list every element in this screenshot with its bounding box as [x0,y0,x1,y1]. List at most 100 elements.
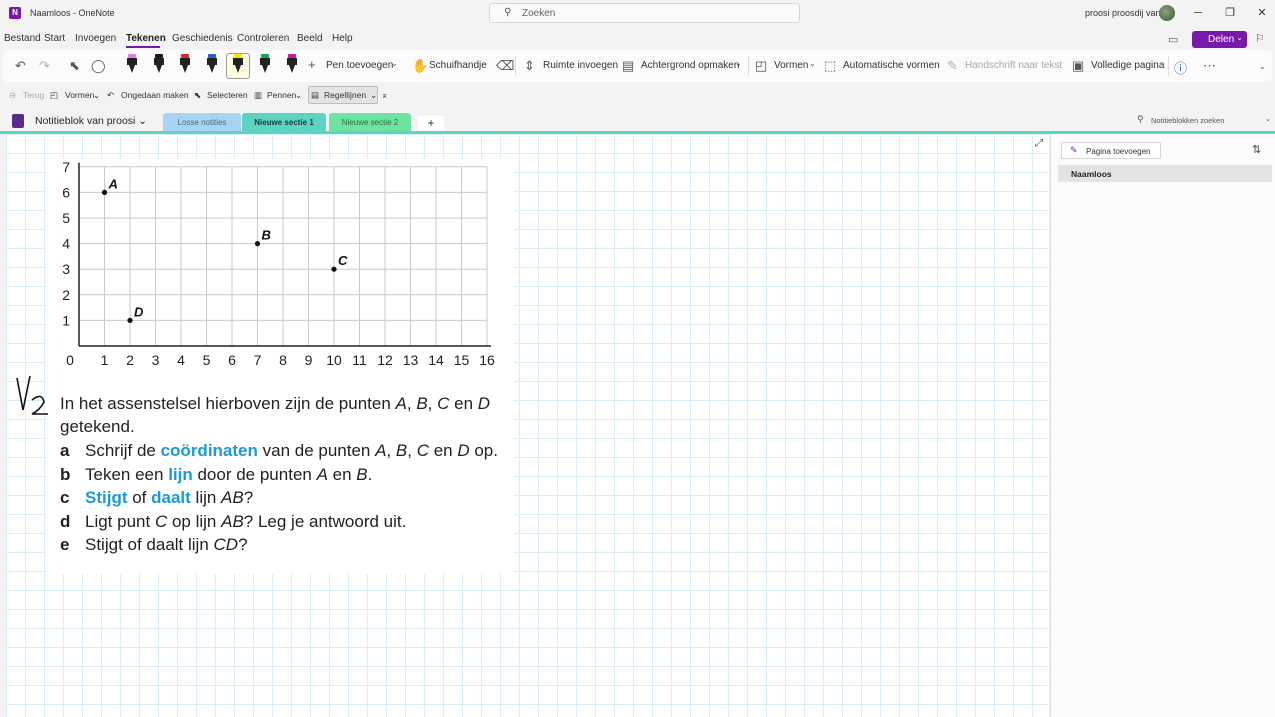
point-c-label: C [437,394,450,413]
add-section-button[interactable]: + [418,116,444,132]
customize-toolbar-icon[interactable]: ⌅ [381,90,388,101]
notebook-selector[interactable]: Notitieblok van proosi ⌄ [35,115,147,127]
y-tick-label: 7 [62,159,70,175]
hand-icon[interactable]: ✋ [412,58,428,74]
search-input[interactable]: ⚲ Zoeken [489,3,800,23]
draw-ribbon: ↶ ↷ ⬉ ◯ + Pen toevoegen ⌄ ✋ Schuifhandje… [3,50,1272,82]
lasso-icon[interactable]: ◯ [91,58,106,74]
undo-icon[interactable]: ↶ [15,58,26,74]
pen-2-button[interactable] [153,54,165,74]
question-c-text: Stijgt of daalt lijn AB? [85,488,253,508]
shapes-button[interactable]: Vormen [774,60,808,71]
notebook-search[interactable]: ⚲ Notitieblokken zoeken ⌄ [1130,112,1275,128]
back-arrow-icon[interactable]: ⊖ [9,90,16,101]
feedback-icon[interactable]: ⚐ [1255,32,1265,45]
pen-5-button[interactable] [232,54,244,74]
shapes-small-button[interactable]: Vormen [65,90,94,100]
select-small-icon[interactable]: ⬉ [194,90,201,101]
y-tick-label: 4 [62,236,70,252]
section-tab-1[interactable]: Losse notities [163,113,241,132]
pen-body [260,58,270,65]
page-canvas[interactable]: ⤢ 0 1 2 3 4 5 6 7 8 9 10 11 12 13 14 15 16 1234567 ABCD … [6,134,1049,717]
pen-6-button[interactable] [259,54,271,74]
pen-3-button[interactable] [179,54,191,74]
background-icon[interactable]: ▤ [622,58,634,74]
menu-controleren[interactable]: Controleren [237,33,289,44]
full-page-button[interactable]: Volledige pagina [1091,60,1164,71]
format-background-button[interactable]: Achtergrond opmaken [641,60,739,71]
menu-tekenen[interactable]: Tekenen [126,33,166,44]
point-d-label: D [477,394,491,413]
question-fragment: Teken een [85,464,169,484]
menu-geschiedenis[interactable]: Geschiedenis [172,33,233,44]
close-button[interactable]: ✕ [1251,4,1273,22]
menu-bestand[interactable]: Bestand [4,33,41,44]
menu-beeld[interactable]: Beeld [297,33,323,44]
full-page-icon[interactable]: ▣ [1072,58,1084,74]
pens-small-button[interactable]: Pennen [267,90,296,100]
ink-to-text-button[interactable]: Handschrift naar tekst [965,60,1062,71]
x-tick-label: 7 [254,352,262,368]
user-name[interactable]: proosi proosdij van [1085,8,1161,18]
insert-space-icon[interactable]: ⇕ [524,58,535,74]
collapse-ribbon-icon[interactable]: ⌄ [1259,62,1266,71]
rule-lines-button[interactable]: ▤ Regellijnen ⌄ [308,86,378,104]
question-fragment: Ligt punt [85,511,155,531]
chevron-down-icon[interactable]: ⌄ [1236,33,1243,42]
restore-button[interactable]: ❐ [1219,4,1241,22]
chevron-down-icon[interactable]: ⌄ [809,59,816,68]
add-icon[interactable]: + [308,57,316,72]
question-fragment: , [386,441,396,460]
hand-tool-button[interactable]: Schuifhandje [429,60,487,71]
chevron-down-icon[interactable]: ⌄ [1265,114,1271,123]
point-name: D [457,441,470,460]
draw-sub-toolbar: ⊖ Terug ◰ Vormen ⌄ ↶ Ongedaan maken ⬉ Se… [3,85,1272,105]
avatar[interactable] [1159,5,1175,21]
chevron-down-icon[interactable]: ⌄ [735,59,742,68]
point-name: B [356,464,368,484]
section-tab-2[interactable]: Nieuwe sectie 1 [242,113,326,132]
back-button[interactable]: Terug [23,90,44,100]
chevron-down-icon[interactable]: ⌄ [93,90,100,101]
shapes-small-icon[interactable]: ◰ [50,90,58,101]
pen-7-button[interactable] [286,54,298,74]
sort-icon[interactable]: ⇅ [1252,143,1261,156]
more-options-icon[interactable]: ⋯ [1203,58,1216,74]
auto-shapes-button[interactable]: Automatische vormen [843,60,940,71]
notebook-name: Notitieblok van proosi [35,115,136,127]
pens-small-icon[interactable]: ▥ [254,90,262,101]
minimize-button[interactable]: ─ [1187,4,1209,22]
shapes-icon[interactable]: ◰ [755,58,767,74]
insert-space-button[interactable]: Ruimte invoegen [543,60,618,71]
ink-to-text-icon[interactable]: ✎ [947,58,958,74]
select-small-button[interactable]: Selecteren [207,90,248,100]
keyword: coördinaten [160,441,258,460]
help-icon[interactable]: ⓘ [1174,58,1187,77]
keyword: Stijgt [85,488,128,507]
question-fragment: , [407,441,417,460]
keyword: daalt [151,488,191,507]
x-tick-label: 2 [126,352,134,368]
add-page-button[interactable]: ✎ Pagina toevoegen [1061,142,1161,159]
menu-start[interactable]: Start [44,33,65,44]
select-pointer-icon[interactable]: ⬉ [69,58,80,74]
menu-invoegen[interactable]: Invoegen [75,33,116,44]
menu-help[interactable]: Help [332,33,353,44]
chevron-down-icon[interactable]: ⌄ [370,90,377,101]
sticky-notes-icon[interactable]: ▭ [1168,33,1178,46]
share-button[interactable]: Delen ⌄ [1192,31,1247,48]
add-pen-button[interactable]: Pen toevoegen [326,60,393,71]
auto-shapes-icon[interactable]: ⬚ [824,58,836,74]
eraser-icon[interactable]: ⌫ [496,58,514,74]
chevron-down-icon[interactable]: ⌄ [391,59,398,68]
page-list-item[interactable]: Naamloos [1058,165,1272,182]
undo-small-button[interactable]: Ongedaan maken [121,90,189,100]
pen-4-button[interactable] [206,54,218,74]
redo-icon[interactable]: ↷ [39,58,50,74]
chevron-down-icon[interactable]: ⌄ [295,90,302,101]
x-tick-label: 12 [377,352,393,368]
pen-1-button[interactable] [126,54,138,74]
section-tab-3[interactable]: Nieuwe sectie 2 [329,113,411,132]
expand-icon[interactable]: ⤢ [1035,138,1043,149]
undo-small-icon[interactable]: ↶ [107,90,114,101]
